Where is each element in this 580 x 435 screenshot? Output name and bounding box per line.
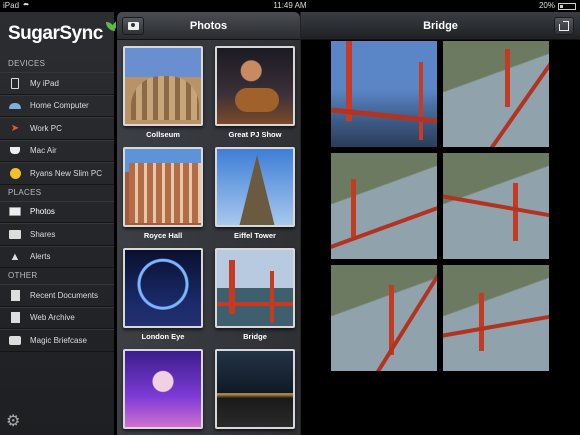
sidebar-item-label: Photos: [30, 207, 55, 217]
album-tile[interactable]: Bridge: [215, 248, 295, 341]
sidebar-item-alerts[interactable]: ▲ Alerts: [0, 245, 114, 268]
photos-icon: [8, 206, 22, 218]
album-label: Collseum: [146, 130, 180, 139]
photo-thumbnail[interactable]: [331, 41, 437, 147]
album-thumbnail: [215, 349, 295, 429]
section-places: PLACES: [8, 187, 42, 197]
status-right: 20%: [539, 0, 576, 12]
archive-icon: [8, 312, 22, 324]
sidebar-item-label: Shares: [30, 229, 56, 239]
logo: SugarSync: [0, 12, 121, 56]
smiley-icon: [8, 167, 22, 179]
camera-button[interactable]: [122, 17, 144, 35]
gear-icon[interactable]: ⚙: [6, 413, 24, 431]
sidebar-item-label: Web Archive: [30, 313, 75, 323]
sidebar-item-ryans-new-slim-pc[interactable]: Ryans New Slim PC: [0, 162, 114, 185]
sidebar-item-label: My iPad: [30, 78, 59, 88]
album-label: Bridge: [243, 332, 267, 341]
battery-percent: 20%: [538, 1, 555, 10]
status-time: 11:49 AM: [273, 1, 307, 10]
sidebar-item-shares[interactable]: Shares: [0, 223, 114, 246]
bridge-panel: Bridge: [300, 12, 580, 435]
photos-panel: Photos Collseum Great PJ Show Royce Hall…: [116, 12, 300, 435]
sidebar-item-my-ipad[interactable]: My iPad: [0, 72, 114, 95]
logo-text: SugarSync: [8, 23, 103, 44]
bridge-title: Bridge: [423, 20, 458, 32]
album-tile[interactable]: London Eye: [123, 248, 203, 341]
sidebar-item-label: Work PC: [30, 123, 62, 133]
sidebar-item-recent-documents[interactable]: Recent Documents: [0, 284, 114, 307]
ipad-icon: [8, 77, 22, 89]
sidebar-item-magic-briefcase[interactable]: Magic Briefcase: [0, 329, 114, 352]
photo-thumbnail[interactable]: [443, 41, 549, 147]
sidebar-item-work-pc[interactable]: ➤ Work PC: [0, 117, 114, 140]
status-bar: iPad 11:49 AM 20%: [0, 0, 580, 12]
album-tile[interactable]: Royce Hall: [123, 147, 203, 240]
photo-thumbnail[interactable]: [443, 153, 549, 259]
alert-icon: ▲: [9, 250, 21, 263]
sidebar-item-label: Magic Briefcase: [30, 335, 87, 345]
sidebar-item-label: Alerts: [30, 252, 51, 262]
album-tile[interactable]: [215, 349, 295, 429]
sidebar-item-photos[interactable]: Photos: [0, 200, 114, 223]
sidebar-item-label: Home Computer: [30, 101, 89, 111]
section-other: OTHER: [8, 271, 38, 280]
photo-thumbnail[interactable]: [331, 265, 437, 371]
rocket-icon: ➤: [10, 122, 20, 134]
album-thumbnail: [123, 349, 203, 429]
sidebar-item-home-computer[interactable]: Home Computer: [0, 94, 114, 117]
album-thumbnail: [123, 46, 203, 126]
shares-icon: [8, 228, 22, 240]
sidebar-item-label: Mac Air: [30, 146, 57, 156]
share-button[interactable]: [554, 17, 574, 35]
sidebar-item-mac-air[interactable]: Mac Air: [0, 139, 114, 162]
camera-icon: [127, 22, 139, 30]
sidebar-item-web-archive[interactable]: Web Archive: [0, 306, 114, 329]
laptop-icon: [8, 100, 22, 112]
album-label: London Eye: [141, 332, 185, 341]
coffee-icon: [8, 145, 22, 157]
album-label: Royce Hall: [143, 231, 183, 240]
photo-thumbnail[interactable]: [443, 265, 549, 371]
album-thumbnail: [215, 248, 295, 328]
document-icon: [8, 289, 22, 301]
album-thumbnail: [123, 147, 203, 227]
bridge-toolbar: Bridge: [301, 12, 580, 40]
album-tile[interactable]: Collseum: [123, 46, 203, 139]
briefcase-icon: [8, 334, 22, 346]
album-thumbnail: [215, 147, 295, 227]
album-thumbnail: [123, 248, 203, 328]
album-tile[interactable]: [123, 349, 203, 429]
album-label: Eiffel Tower: [234, 231, 276, 240]
sidebar-item-label: Recent Documents: [30, 290, 99, 300]
album-thumbnail: [215, 46, 295, 126]
album-label: Great PJ Show: [228, 130, 282, 139]
photos-toolbar: Photos: [117, 12, 300, 40]
album-tile[interactable]: Eiffel Tower: [215, 147, 295, 240]
sidebar-item-label: Ryans New Slim PC: [30, 168, 103, 178]
battery-icon: [558, 2, 576, 10]
sidebar: SugarSync DEVICES My iPad Home Computer …: [0, 12, 121, 435]
sugarsync-logo-icon: [105, 20, 121, 38]
photos-title: Photos: [189, 20, 228, 32]
section-devices: DEVICES: [8, 59, 46, 68]
photo-thumbnail[interactable]: [331, 153, 437, 259]
album-tile[interactable]: Great PJ Show: [215, 46, 295, 139]
